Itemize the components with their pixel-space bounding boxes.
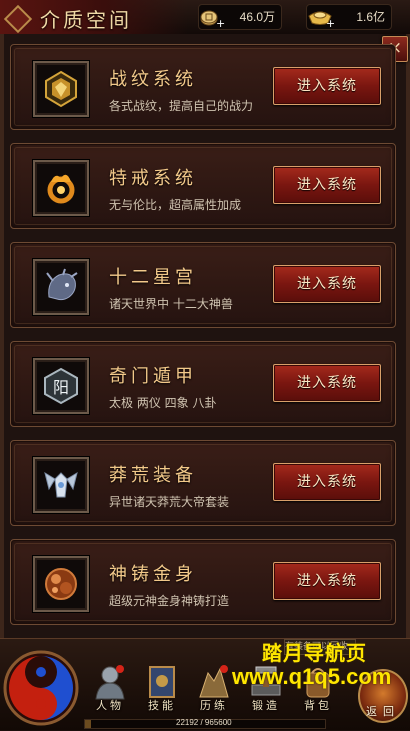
skill-book-icon xyxy=(149,666,175,698)
nav-skills[interactable]: 技能 xyxy=(138,663,186,715)
enter-system-button[interactable]: 进入系统 xyxy=(273,463,381,501)
card-description: 诸天世界中 十二大神兽 xyxy=(109,297,233,311)
yin-yang-icon[interactable] xyxy=(2,649,80,727)
yang-rune-icon: 阳 xyxy=(33,358,89,414)
winged-armor-icon xyxy=(33,457,89,513)
system-card-twelve-palaces: 十二星宫 诸天世界中 十二大神兽 进入系统 xyxy=(10,242,396,328)
card-title: 十二星宫 xyxy=(109,267,197,288)
character-icon xyxy=(95,665,125,700)
svg-text:阳: 阳 xyxy=(53,378,69,397)
card-description: 无与伦比，超高属性加成 xyxy=(109,198,242,212)
system-card-battle-pattern: 战纹系统 各式战纹，提高自己的战力 进入系统 xyxy=(10,44,396,130)
nav-label: 历练 xyxy=(200,699,228,712)
title-ornament-icon xyxy=(3,4,33,34)
training-icon xyxy=(199,665,229,698)
enter-system-button[interactable]: 进入系统 xyxy=(273,265,381,303)
svg-text:+: + xyxy=(326,17,334,28)
fire-ring-icon xyxy=(33,160,89,216)
card-description: 异世诸天莽荒大帝套装 xyxy=(109,495,230,509)
system-card-qimen-dunjia: 阳 奇门遁甲 太极 两仪 四象 八卦 进入系统 xyxy=(10,341,396,427)
experience-fill xyxy=(85,720,91,728)
system-card-golden-body: 神铸金身 超级元神金身神铸打造 进入系统 xyxy=(10,539,396,625)
battle-pattern-emblem-icon xyxy=(33,61,89,117)
nav-label: 人物 xyxy=(96,699,124,712)
card-title: 战纹系统 xyxy=(109,69,197,90)
page-title: 介质空间 xyxy=(40,8,132,32)
nav-training[interactable]: 历练 xyxy=(190,663,238,715)
nav-label: 锻造 xyxy=(252,699,280,712)
card-description: 各式战纹，提高自己的战力 xyxy=(109,99,254,113)
svg-text:+: + xyxy=(216,17,225,28)
card-title: 莽荒装备 xyxy=(109,465,197,486)
enter-system-button[interactable]: 进入系统 xyxy=(273,562,381,600)
experience-text: 22192 / 965600 xyxy=(176,718,232,727)
gold-ingot-add-icon[interactable]: + xyxy=(305,5,335,29)
golden-body-orb-icon xyxy=(33,556,89,612)
coins-add-icon[interactable]: + xyxy=(197,5,227,29)
card-title: 特戒系统 xyxy=(109,168,197,189)
watermark-url: www.q1q5.com xyxy=(232,664,392,689)
gold-ingot-value: 1.6亿 xyxy=(356,10,385,24)
card-description: 超级元神金身神铸打造 xyxy=(109,594,230,608)
enter-system-button[interactable]: 进入系统 xyxy=(273,364,381,402)
back-label: 返回 xyxy=(366,705,400,718)
nav-character[interactable]: 人物 xyxy=(86,663,134,715)
title-plate: 介质空间 xyxy=(0,0,188,34)
gold-ingot-resource[interactable]: + 1.6亿 xyxy=(306,4,392,30)
coins-resource[interactable]: + 46.0万 xyxy=(198,4,282,30)
nav-label: 背包 xyxy=(304,699,332,712)
coins-value: 46.0万 xyxy=(239,10,275,24)
system-card-special-ring: 特戒系统 无与伦比，超高属性加成 进入系统 xyxy=(10,143,396,229)
nav-label: 技能 xyxy=(148,699,176,712)
watermark-title: 踏月导航页 xyxy=(262,641,367,665)
card-title: 神铸金身 xyxy=(109,564,197,585)
card-title: 奇门遁甲 xyxy=(109,366,197,387)
system-card-wild-equipment: 莽荒装备 异世诸天莽荒大帝套装 进入系统 xyxy=(10,440,396,526)
enter-system-button[interactable]: 进入系统 xyxy=(273,166,381,204)
card-description: 太极 两仪 四象 八卦 xyxy=(109,396,217,410)
top-bar: 介质空间 + 46.0万 + 1.6亿 xyxy=(0,0,410,35)
enter-system-button[interactable]: 进入系统 xyxy=(273,67,381,105)
dragon-head-icon xyxy=(33,259,89,315)
